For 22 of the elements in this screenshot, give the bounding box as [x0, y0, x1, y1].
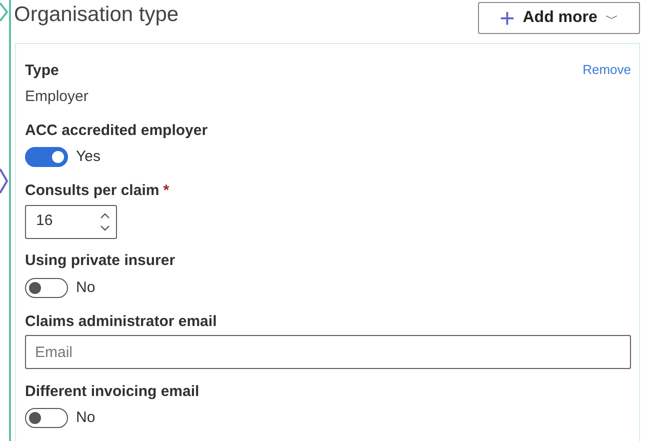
field-label: ACC accredited employer [25, 120, 208, 141]
section-title: Organisation type [14, 2, 179, 28]
required-mark: * [163, 181, 170, 202]
chevron-icon [0, 168, 8, 194]
toggle-switch[interactable] [25, 147, 68, 168]
field-label: Claims administrator email [25, 312, 217, 332]
toggle-state-text: Yes [76, 147, 100, 167]
field-label: Consults per claim [25, 181, 160, 202]
toggle-switch[interactable] [25, 408, 68, 428]
field-label: Type [25, 60, 59, 81]
toggle-state-text: No [76, 278, 96, 298]
field-value: Employer [25, 87, 90, 107]
toggle-switch[interactable] [25, 278, 68, 298]
email-field[interactable]: Email [25, 335, 631, 369]
add-more-button[interactable]: + Add more ﹀ [478, 2, 640, 34]
number-field[interactable]: 16 [25, 204, 117, 238]
field-label: Using private insurer [25, 251, 176, 272]
field-label: Different invoicing email [25, 382, 200, 402]
remove-link[interactable]: Remove [582, 60, 631, 80]
caret-icon: ﹀ [605, 12, 618, 24]
plus-icon: + [500, 5, 515, 31]
toggle-state-text: No [76, 408, 96, 428]
